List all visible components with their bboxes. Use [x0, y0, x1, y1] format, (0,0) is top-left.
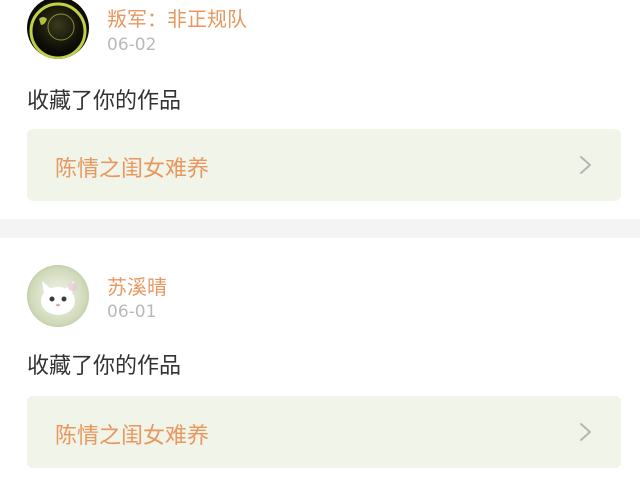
- avatar[interactable]: [27, 0, 89, 59]
- chevron-right-icon: [580, 156, 591, 174]
- work-title: 陈情之闺女难养: [55, 157, 210, 182]
- dark-avatar-icon: [27, 0, 89, 59]
- activity-feed: 叛军：非正规队 06-02 收藏了你的作品 陈情之闺女难养 苏溪晴 06-01 …: [0, 0, 640, 487]
- chevron-right-icon: [580, 423, 591, 441]
- username[interactable]: 苏溪晴: [107, 271, 167, 300]
- timestamp: 06-02: [107, 35, 157, 55]
- work-link[interactable]: 陈情之闺女难养: [27, 396, 621, 468]
- feed-item: 叛军：非正规队 06-02 收藏了你的作品 陈情之闺女难养: [0, 0, 640, 219]
- divider: [0, 219, 640, 238]
- activity-text: 收藏了你的作品: [27, 89, 182, 114]
- avatar[interactable]: [27, 265, 89, 327]
- feed-item: 苏溪晴 06-01 收藏了你的作品 陈情之闺女难养: [0, 238, 640, 487]
- activity-text: 收藏了你的作品: [27, 354, 182, 379]
- username[interactable]: 叛军：非正规队: [107, 3, 247, 32]
- timestamp: 06-01: [107, 302, 157, 322]
- work-title: 陈情之闺女难养: [55, 424, 210, 449]
- white-cat-avatar-icon: [27, 265, 89, 327]
- work-link[interactable]: 陈情之闺女难养: [27, 129, 621, 201]
